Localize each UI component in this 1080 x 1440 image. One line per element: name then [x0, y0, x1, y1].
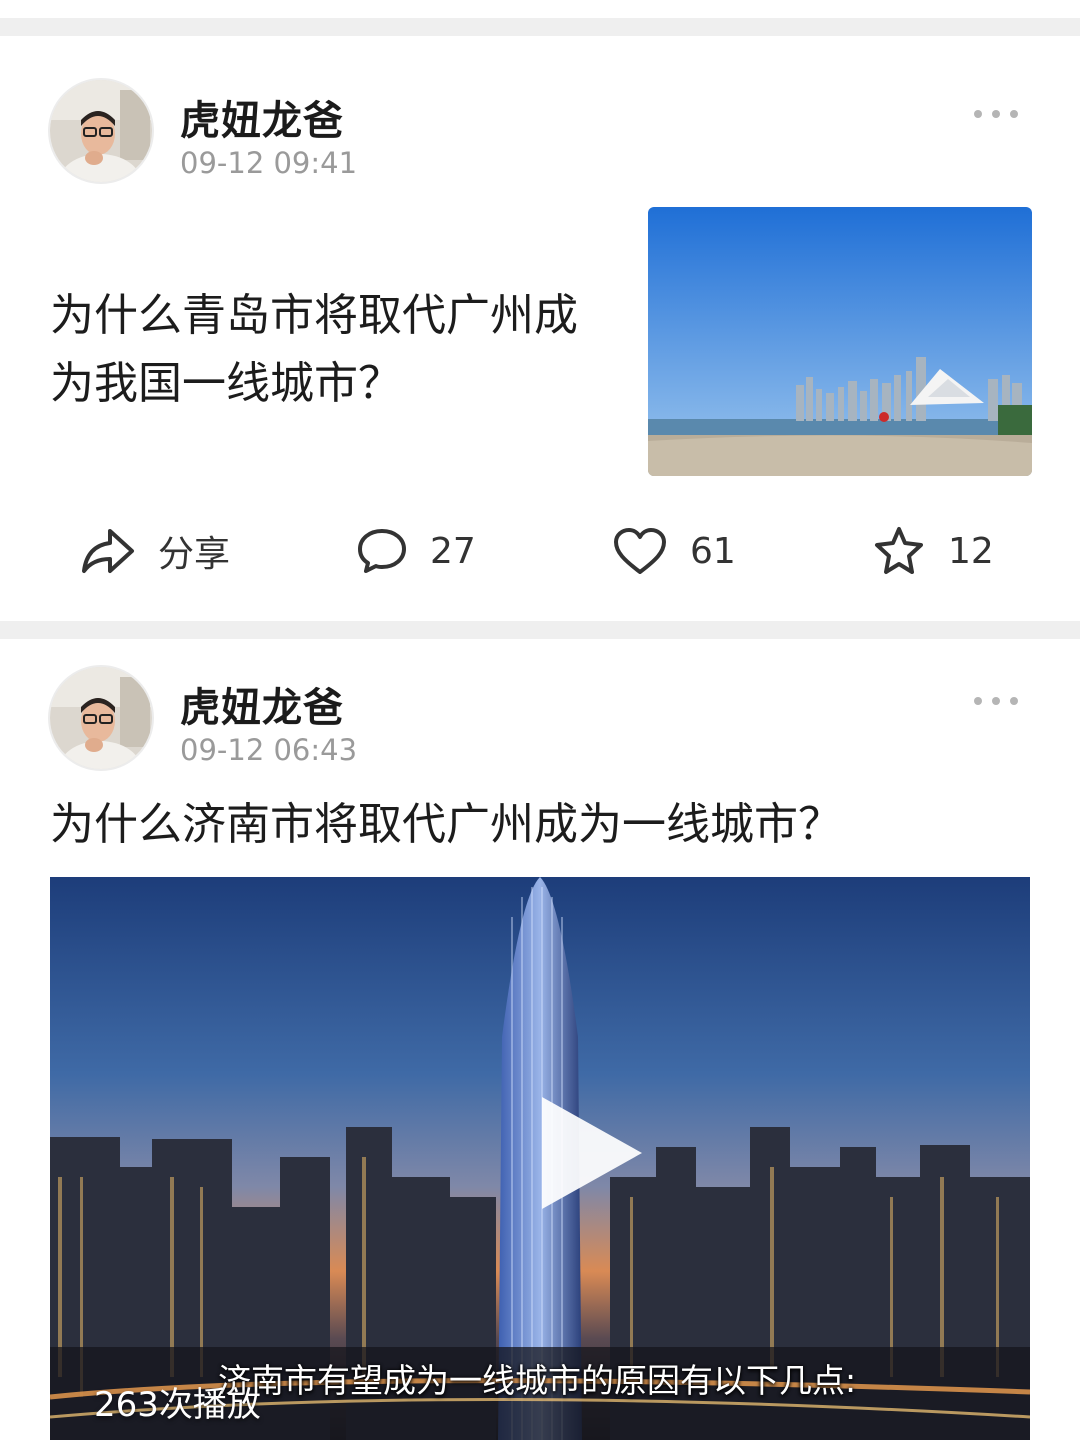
comment-bubble-icon: [358, 529, 406, 573]
post-time: 09-12 06:43: [180, 733, 358, 767]
play-count: 263次播放: [94, 1385, 261, 1425]
like-button[interactable]: 61: [612, 521, 736, 581]
post-thumbnail[interactable]: [648, 207, 1032, 476]
share-label: 分享: [158, 534, 231, 575]
heart-icon: [614, 528, 666, 574]
play-icon[interactable]: [542, 1097, 642, 1209]
author-name[interactable]: 虎妞龙爸: [180, 88, 344, 146]
feed-post[interactable]: 虎妞龙爸 09-12 06:43 为什么济南市将取代广州成为一线城市？ 济南市有…: [0, 639, 1080, 1440]
feed-post[interactable]: 虎妞龙爸 09-12 09:41 为什么青岛市将取代广州成为我国一线城市？ 分享…: [0, 36, 1080, 621]
video-subtitle: 济南市有望成为一线城市的原因有以下几点:: [218, 1361, 857, 1400]
share-arrow-icon: [82, 529, 134, 573]
more-dots-icon[interactable]: [974, 108, 1022, 120]
post-title[interactable]: 为什么济南市将取代广州成为一线城市？: [50, 791, 1040, 859]
favorite-count: 12: [948, 530, 994, 572]
comment-count: 27: [430, 530, 476, 572]
author-name[interactable]: 虎妞龙爸: [180, 675, 344, 733]
star-icon: [875, 527, 923, 574]
top-spacer: [0, 0, 1080, 18]
section-divider: [0, 18, 1080, 36]
section-divider: [0, 621, 1080, 639]
video-player[interactable]: 济南市有望成为一线城市的原因有以下几点: 263次播放: [50, 877, 1030, 1440]
post-time: 09-12 09:41: [180, 146, 358, 180]
avatar[interactable]: [48, 665, 154, 771]
post-title[interactable]: 为什么青岛市将取代广州成为我国一线城市？: [50, 282, 590, 418]
like-count: 61: [690, 530, 736, 572]
favorite-button[interactable]: 12: [872, 521, 994, 581]
share-button[interactable]: 分享: [80, 521, 230, 581]
more-dots-icon[interactable]: [974, 695, 1022, 707]
comment-button[interactable]: 27: [356, 521, 476, 581]
avatar[interactable]: [48, 78, 154, 184]
